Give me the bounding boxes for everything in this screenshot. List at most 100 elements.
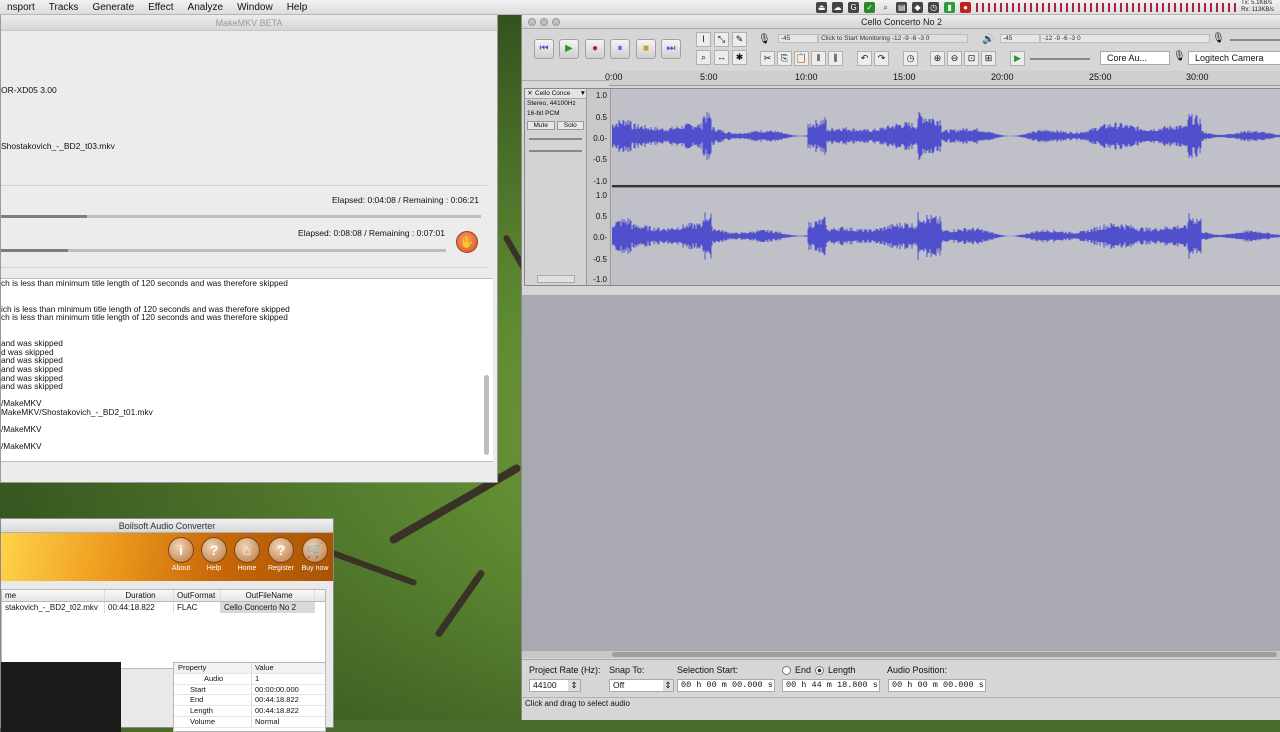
record-meter-scale-left[interactable]: -45 (1000, 34, 1040, 43)
prop-row[interactable]: Start 00:00:00.000 (174, 684, 325, 696)
selection-start-field[interactable]: 00 h 00 m 00.000 s (677, 679, 775, 692)
prop-row[interactable]: Length 00:44:18.822 (174, 706, 325, 717)
play-speed-slider[interactable] (1030, 58, 1090, 60)
play-at-speed-icon[interactable]: ▶ (1010, 51, 1025, 66)
draw-tool-icon[interactable]: ✎ (732, 32, 747, 47)
undo-icon[interactable]: ↶ (857, 51, 872, 66)
menu-transport[interactable]: nsport (0, 2, 42, 13)
solo-button[interactable]: Solo (556, 121, 584, 130)
timeshift-tool-icon[interactable]: ↔ (714, 50, 729, 65)
record-meter[interactable]: -12 -9 -6 -3 0 (1040, 34, 1210, 43)
mute-button[interactable]: Mute (527, 121, 555, 130)
prop-row[interactable]: Volume Normal (174, 716, 325, 728)
sync-lock-icon[interactable]: ◷ (903, 51, 918, 66)
col-duration[interactable]: Duration (105, 590, 174, 601)
table-row[interactable]: stakovich_-_BD2_t02.mkv 00:44:18.822 FLA… (2, 602, 325, 613)
log-line: /MakeMKV (1, 424, 42, 435)
envelope-tool-icon[interactable]: ⤡ (714, 32, 729, 47)
prop-row[interactable]: End 00:44:18.822 (174, 695, 325, 707)
end-length-radios: End Length (782, 665, 856, 675)
cloud-icon[interactable]: ☁ (832, 1, 844, 13)
help-button[interactable]: ? Help (197, 537, 231, 572)
clock-icon[interactable]: ◷ (928, 1, 940, 13)
horizontal-scrollbar[interactable] (522, 651, 1280, 658)
playback-meter-scale-left[interactable]: -45 (778, 34, 818, 43)
pan-slider[interactable] (529, 150, 582, 152)
record-icon[interactable]: ● (960, 1, 972, 13)
register-button[interactable]: ? Register (264, 537, 298, 572)
about-button[interactable]: i About (164, 537, 198, 572)
play-button[interactable]: ▶ (559, 39, 579, 59)
waveform-channel[interactable] (611, 111, 1280, 161)
audio-position-field[interactable]: 00 h 00 m 00.000 s (888, 679, 986, 692)
makemkv-window: MakeMKV BETA OR-XD05 3.00 Shostakovich_-… (0, 15, 498, 483)
output-volume-slider[interactable] (1230, 39, 1280, 41)
log-scrollbar[interactable] (484, 375, 489, 455)
minimize-window-button[interactable] (540, 18, 548, 26)
zoom-window-button[interactable] (552, 18, 560, 26)
selection-length-field[interactable]: 00 h 44 m 18.800 s (782, 679, 880, 692)
audio-host-select[interactable]: Core Au... (1100, 51, 1170, 65)
eject-icon[interactable]: ⏏ (816, 1, 828, 13)
waveform-area[interactable] (611, 89, 1280, 285)
end-radio[interactable] (782, 665, 791, 675)
stop-button[interactable]: ✋ (456, 231, 478, 253)
col-outfilename[interactable]: OutFileName (221, 590, 315, 601)
waveform[interactable] (611, 89, 1280, 285)
battery-icon[interactable]: ▮ (944, 1, 956, 13)
record-button[interactable]: ● (585, 39, 605, 59)
project-rate-select[interactable]: 44100 ⇕ (529, 679, 581, 692)
menu-window[interactable]: Window (230, 2, 280, 13)
waveform-channel[interactable] (611, 211, 1280, 261)
close-track-icon[interactable]: ✕ (525, 89, 535, 98)
col-outformat[interactable]: OutFormat (174, 590, 221, 601)
redo-icon[interactable]: ↷ (874, 51, 889, 66)
app-icon[interactable]: ▤ (896, 1, 908, 13)
multi-tool-icon[interactable]: ✱ (732, 50, 747, 65)
skip-to-start-button[interactable]: ⏮ (534, 39, 554, 59)
col-name[interactable]: me (2, 590, 105, 601)
pause-button[interactable]: ⏸ (610, 39, 630, 59)
fit-selection-icon[interactable]: ⊡ (964, 51, 979, 66)
close-window-button[interactable] (528, 18, 536, 26)
log-panel[interactable]: ch is less than minimum title length of … (1, 278, 493, 462)
cut-icon[interactable]: ✂ (760, 51, 775, 66)
zoom-out-icon[interactable]: ⊖ (947, 51, 962, 66)
g-icon[interactable]: G (848, 1, 860, 13)
stop-button[interactable]: ■ (636, 39, 656, 59)
leaf-icon[interactable]: ✓ (864, 1, 876, 13)
window-title: Boilsoft Audio Converter (1, 519, 333, 533)
buy-now-button[interactable]: 🛒 Buy now (298, 537, 332, 572)
empty-track-area[interactable] (522, 295, 1280, 655)
menu-help[interactable]: Help (280, 2, 315, 13)
zoom-tool-icon[interactable]: ⌕ (696, 50, 711, 65)
menu-tracks[interactable]: Tracks (42, 2, 86, 13)
fit-project-icon[interactable]: ⊞ (981, 51, 996, 66)
gain-slider[interactable] (529, 138, 582, 140)
project-rate-label: Project Rate (Hz): (529, 665, 601, 675)
menu-analyze[interactable]: Analyze (181, 2, 231, 13)
spotlight-search-icon[interactable]: ⌕ (880, 2, 891, 13)
recording-device-select[interactable]: Logitech Camera (1188, 51, 1280, 65)
track-name-menu[interactable]: Cello Conce (535, 89, 580, 98)
paste-icon[interactable]: 📋 (794, 51, 809, 66)
timeline-ruler[interactable]: 0:00 5:00 10:00 15:00 20:00 25:00 30:00 (605, 71, 1280, 86)
copy-icon[interactable]: ⎘ (777, 51, 792, 66)
home-button[interactable]: ⌂ Home (230, 537, 264, 572)
prop-row[interactable]: Audio 1 (174, 673, 325, 685)
length-radio[interactable] (815, 665, 825, 675)
dropbox-icon[interactable]: ◆ (912, 1, 924, 13)
trim-icon[interactable]: ⫴ (811, 51, 826, 66)
menu-generate[interactable]: Generate (85, 2, 141, 13)
network-stats: Tx: 5.1KB/s Rx: 113KB/s (1241, 0, 1274, 13)
snap-to-select[interactable]: Off ⇕ (609, 679, 674, 692)
menu-effect[interactable]: Effect (141, 2, 180, 13)
collapse-track-button[interactable] (537, 275, 575, 283)
silence-icon[interactable]: ⫼ (828, 51, 843, 66)
monitoring-meter[interactable]: Click to Start Monitoring -12 -9 -6 -3 0 (818, 34, 968, 43)
outfilename-cell[interactable]: Cello Concerto No 2 (221, 602, 315, 613)
zoom-in-icon[interactable]: ⊕ (930, 51, 945, 66)
skip-to-end-button[interactable]: ⏭ (661, 39, 681, 59)
selection-tool-icon[interactable]: I (696, 32, 711, 47)
